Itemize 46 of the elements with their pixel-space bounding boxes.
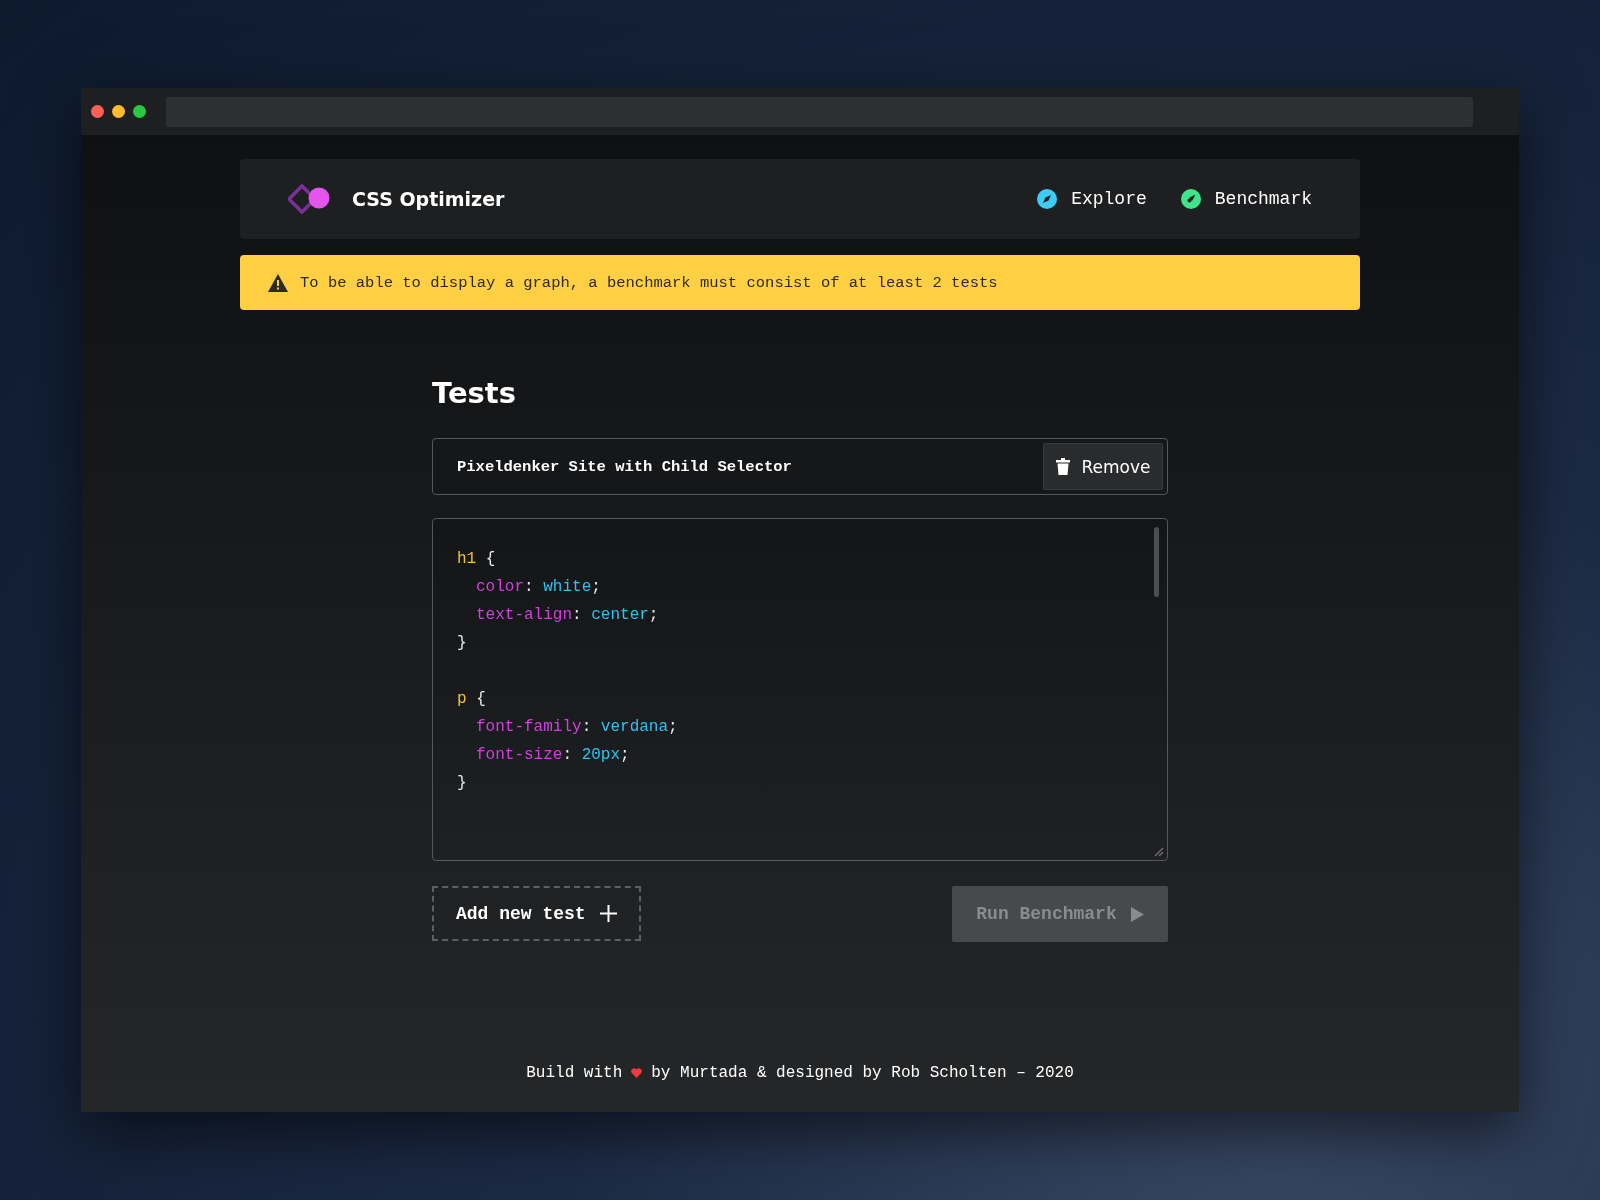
footer-text: Build with [526, 1064, 623, 1082]
close-button[interactable] [91, 105, 104, 118]
code-property: font-size [476, 746, 563, 764]
code-brace: { [476, 690, 486, 708]
code-value: verdana [600, 718, 669, 736]
test-name-field[interactable]: Pixeldenker Site with Child Selector Remove [432, 438, 1168, 495]
compass-icon [1037, 189, 1058, 209]
code-colon: : [524, 578, 534, 596]
app-name: CSS Optimizer [352, 188, 505, 210]
trash-icon [1055, 458, 1070, 475]
code-property: font-family [476, 718, 582, 736]
section-title: Tests [432, 376, 517, 410]
code-colon: : [572, 606, 582, 624]
nav-link[interactable]: Benchmark [1180, 189, 1312, 209]
code-colon: : [562, 746, 573, 764]
code-colon: : [581, 718, 592, 736]
logo-icon [288, 183, 330, 215]
code-value: center [591, 606, 649, 624]
warning-text: To be able to display a graph, a benchmark must consist of at least 2 tests [300, 273, 998, 292]
code-semicolon: ; [648, 606, 659, 624]
code-semicolon: ; [620, 746, 630, 764]
minimize-button[interactable] [112, 105, 125, 118]
warning-icon [268, 273, 288, 292]
remove-button[interactable]: Remove [1043, 443, 1163, 490]
code-semicolon: ; [668, 718, 678, 736]
zoom-button[interactable] [133, 105, 146, 118]
footer-credit: by Murtada & designed by Rob Scholten – 2020 [651, 1064, 1074, 1082]
nav-link[interactable]: Explore [1037, 189, 1147, 209]
code-property: color [476, 578, 524, 596]
add-test-button[interactable]: Add new test [432, 886, 641, 941]
code-editor[interactable]: h1 { color: white; text-align: center; } p { font-family: verdana; font-size: 20px; } [432, 518, 1168, 861]
heart-icon [631, 1068, 643, 1078]
code-property: text-align [476, 606, 572, 624]
code-selector: h1 [457, 550, 477, 568]
plus-icon [599, 905, 617, 922]
code-value: white [543, 578, 592, 596]
resize-grip-icon[interactable] [1154, 847, 1164, 857]
code-brace: { [485, 550, 496, 568]
scrollbar-thumb[interactable] [1154, 527, 1159, 597]
code-selector: p [457, 690, 467, 708]
code-brace: } [457, 634, 467, 652]
code-brace: } [457, 774, 467, 792]
gauge-icon [1180, 189, 1201, 209]
code-semicolon: ; [591, 578, 601, 596]
play-icon [1130, 906, 1144, 922]
code-value: 20px [581, 746, 621, 764]
